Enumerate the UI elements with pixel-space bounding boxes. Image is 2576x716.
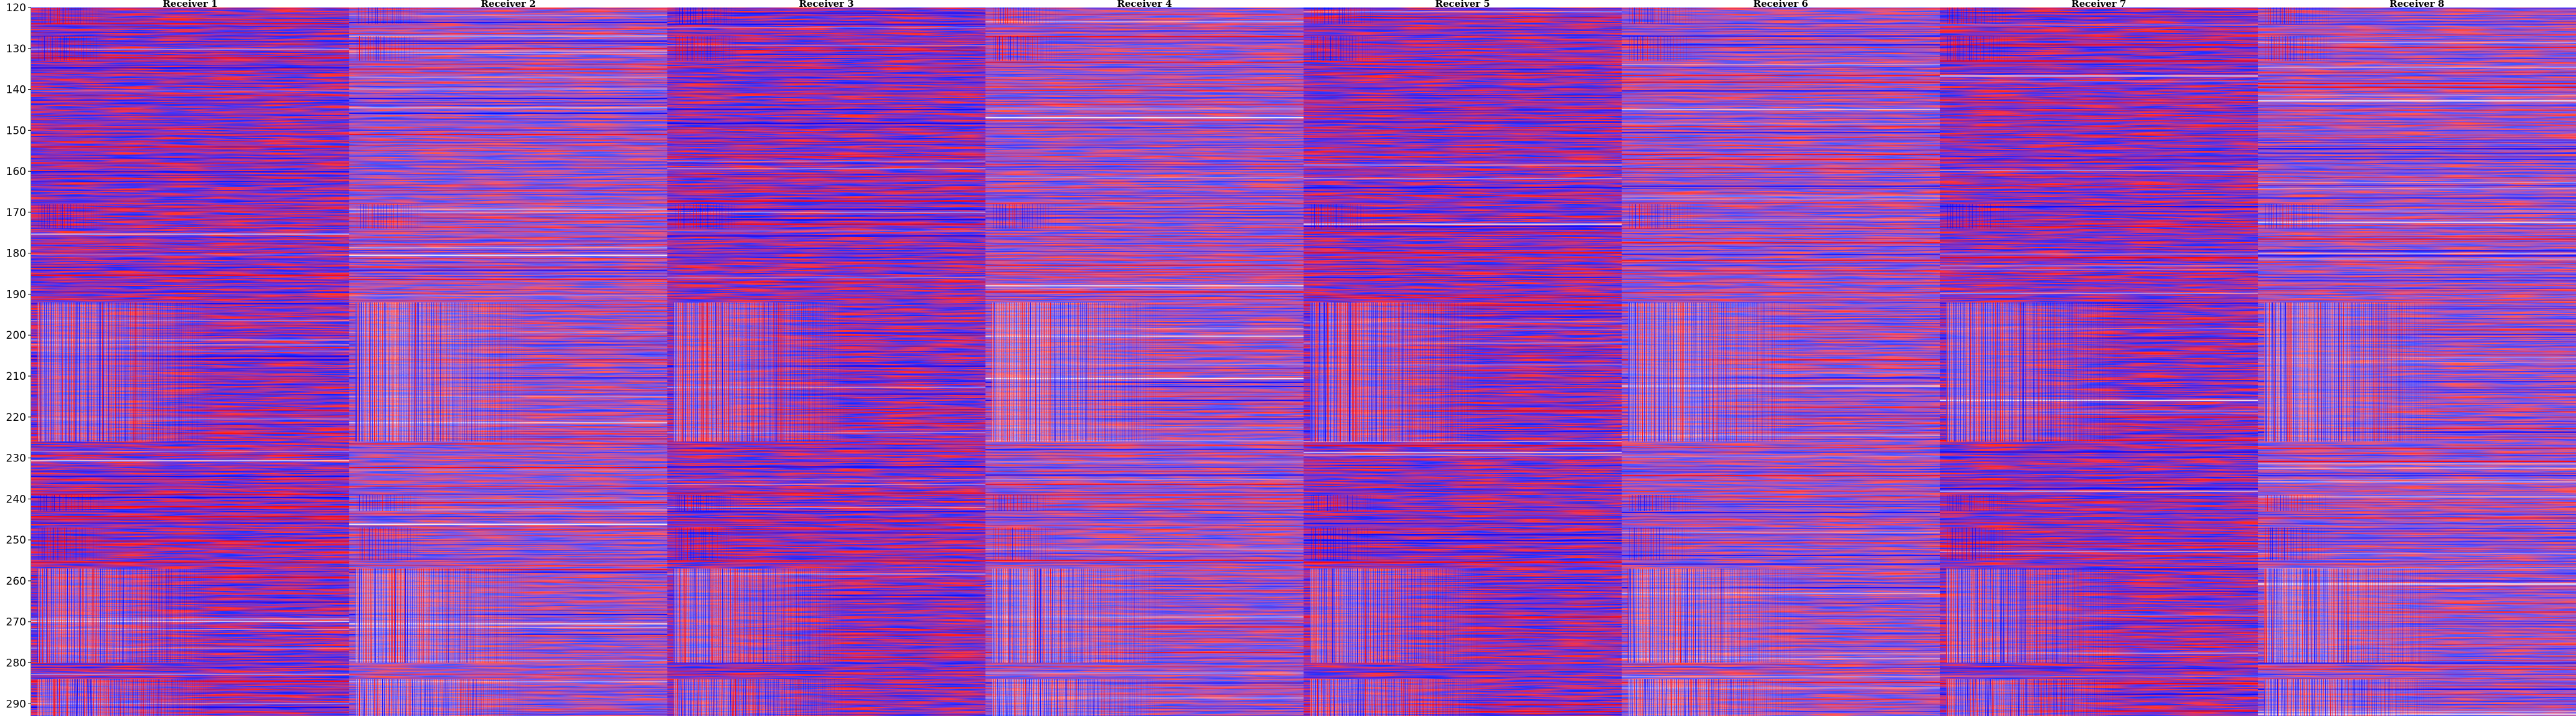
panel-receiver-3: Receiver 3 (667, 0, 985, 716)
activity-burst (1309, 568, 1485, 663)
activity-burst (2263, 679, 2440, 716)
burst-texture (674, 679, 849, 716)
activity-burst (355, 302, 531, 442)
burst-texture (2264, 568, 2440, 663)
y-tick-label: 280 (6, 657, 26, 669)
activity-burst (1945, 302, 2122, 442)
activity-burst (1627, 568, 1803, 663)
activity-burst (991, 568, 1167, 663)
activity-burst (355, 679, 531, 716)
burst-texture (1946, 679, 2122, 716)
burst-texture (37, 302, 213, 442)
burst-texture (1628, 679, 1803, 716)
burst-texture (1946, 568, 2122, 663)
panel-title-receiver-1: Receiver 1 (162, 0, 217, 9)
panel-title-receiver-7: Receiver 7 (2071, 0, 2126, 9)
activity-burst (1945, 568, 2122, 663)
receiver-heatmap-figure: 120 130 140 150 160 170 180 190 200 210 220 230 240 2… (6, 0, 2576, 716)
panel-title-receiver-4: Receiver 4 (1117, 0, 1172, 9)
burst-texture (2264, 679, 2440, 716)
panel-receiver-5: Receiver 5 (1304, 0, 1622, 716)
activity-burst (991, 679, 1167, 716)
panel-title-receiver-5: Receiver 5 (1435, 0, 1490, 9)
y-tick-label: 150 (6, 125, 26, 137)
y-tick-label: 230 (6, 453, 26, 465)
activity-burst (1309, 679, 1485, 716)
panel-title-receiver-8: Receiver 8 (2389, 0, 2444, 9)
y-tick-label: 290 (6, 698, 26, 710)
panel-receiver-7: Receiver 7 (1940, 0, 2258, 716)
burst-texture (674, 302, 849, 442)
activity-burst (2263, 302, 2440, 442)
burst-texture (37, 568, 213, 663)
burst-texture (355, 679, 531, 716)
burst-texture (1946, 302, 2122, 442)
panel-title-receiver-6: Receiver 6 (1753, 0, 1808, 9)
activity-burst (37, 302, 213, 442)
activity-burst (354, 568, 531, 663)
y-tick-label: 140 (6, 84, 26, 97)
y-tick-label: 260 (6, 575, 26, 588)
burst-texture (1628, 302, 1803, 442)
activity-burst (1945, 679, 2122, 716)
y-axis: 120 130 140 150 160 170 180 190 200 210 220 230 240 2… (6, 2, 32, 716)
panels: Receiver 1 Receiver 2 Receiver 3 Receiver 4… (31, 0, 2576, 716)
panel-receiver-2: Receiver 2 (349, 0, 667, 716)
activity-burst (672, 568, 849, 663)
burst-texture (37, 679, 213, 716)
burst-texture (1310, 679, 1485, 716)
panel-title-receiver-2: Receiver 2 (481, 0, 535, 9)
activity-burst (1627, 302, 1803, 442)
y-tick-label: 220 (6, 412, 26, 424)
activity-burst (1309, 302, 1485, 442)
burst-texture (355, 568, 531, 663)
activity-burst (37, 568, 213, 663)
y-tick-label: 180 (6, 248, 26, 260)
panel-title-receiver-3: Receiver 3 (799, 0, 853, 9)
panel-receiver-4: Receiver 4 (985, 0, 1304, 716)
y-tick-label: 200 (6, 329, 26, 342)
y-tick-label: 270 (6, 616, 26, 629)
burst-texture (1310, 568, 1485, 663)
panel-receiver-8: Receiver 8 (2258, 0, 2576, 716)
y-tick-label: 190 (6, 288, 26, 301)
y-tick-label: 170 (6, 207, 26, 219)
burst-texture (1628, 568, 1803, 663)
burst-texture (992, 568, 1167, 663)
y-tick-label: 120 (6, 2, 26, 14)
burst-texture (674, 568, 849, 663)
y-tick-label: 160 (6, 166, 26, 178)
burst-texture (1310, 302, 1485, 442)
burst-texture (355, 302, 531, 442)
panel-receiver-6: Receiver 6 (1622, 0, 1940, 716)
activity-burst (36, 679, 213, 716)
activity-burst (673, 679, 849, 716)
burst-texture (992, 679, 1167, 716)
activity-burst (991, 302, 1167, 442)
y-tick-label: 240 (6, 493, 26, 506)
burst-texture (992, 302, 1167, 442)
burst-texture (2264, 302, 2440, 442)
y-tick-label: 130 (6, 43, 26, 55)
activity-burst (1627, 679, 1803, 716)
burst-stroke (672, 302, 674, 442)
activity-burst (672, 302, 849, 442)
panel-receiver-1: Receiver 1 (31, 0, 349, 716)
y-tick-label: 210 (6, 370, 26, 383)
y-tick-label: 250 (6, 534, 26, 547)
activity-burst (2263, 568, 2440, 663)
